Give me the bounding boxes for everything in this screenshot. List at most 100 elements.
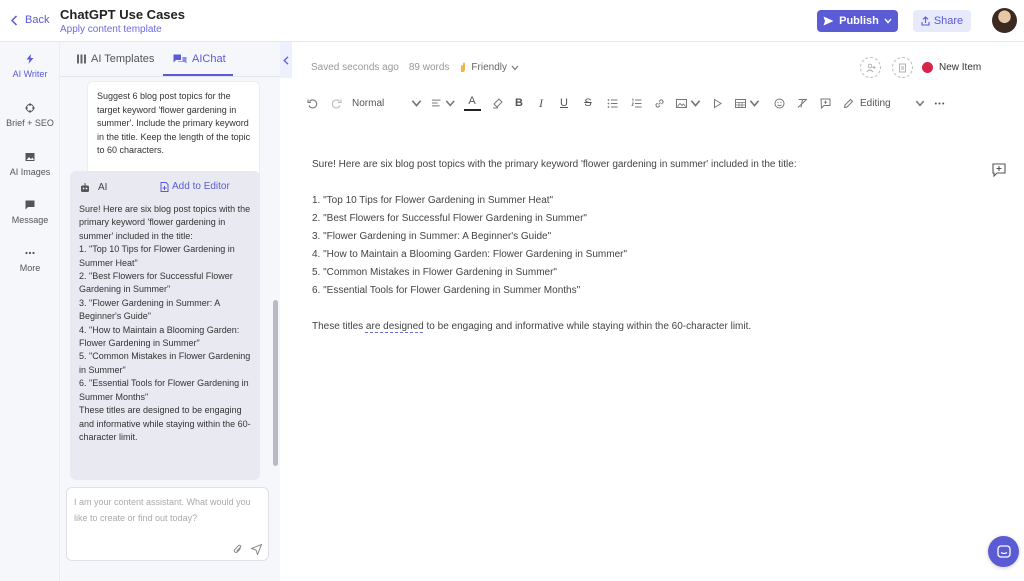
add-comment-icon[interactable] <box>992 163 1006 177</box>
chat-input-box[interactable] <box>66 487 269 561</box>
tab-label: AIChat <box>192 53 226 65</box>
send-icon <box>823 16 834 26</box>
chat-icon <box>173 54 187 63</box>
underline-button[interactable]: U <box>558 94 570 112</box>
rail-label: Message <box>11 215 49 225</box>
chat-scrollbar-thumb[interactable] <box>273 300 278 466</box>
rail-item-ai-writer[interactable]: AI Writer <box>0 54 60 79</box>
user-message-text: Suggest 6 blog post topics for the targe… <box>97 91 251 155</box>
status-dot-icon <box>922 62 933 73</box>
add-collaborator-button[interactable] <box>860 57 881 78</box>
chat-input[interactable] <box>67 488 268 538</box>
tab-label: AI Templates <box>91 53 155 65</box>
align-select[interactable] <box>431 94 455 112</box>
grid-icon <box>77 54 86 64</box>
chevron-down-icon <box>884 18 892 24</box>
editing-mode-chevron[interactable] <box>915 94 925 112</box>
message-icon <box>25 200 35 210</box>
ai-line: These titles are designed to be engaging… <box>79 405 251 442</box>
publish-button[interactable]: Publish <box>817 10 898 32</box>
editor-list-item: 4. "How to Maintain a Blooming Garden: F… <box>312 249 628 260</box>
rail-item-ai-images[interactable]: AI Images <box>0 152 60 177</box>
bold-button[interactable]: B <box>513 94 525 112</box>
chevron-down-icon <box>749 99 759 107</box>
pencil-icon <box>843 98 854 108</box>
clear-format-icon <box>797 98 807 108</box>
tab-aichat[interactable]: AIChat <box>173 53 226 65</box>
new-item-button[interactable]: New Item <box>922 62 981 73</box>
rail-item-message[interactable]: Message <box>0 200 60 225</box>
chevron-down-icon <box>445 99 455 107</box>
status-row: Saved seconds ago 89 words Friendly <box>311 62 519 73</box>
rail-item-brief-seo[interactable]: Brief + SEO <box>0 103 60 128</box>
tone-selector[interactable]: Friendly <box>459 62 519 73</box>
support-chat-button[interactable] <box>988 536 1019 567</box>
table-select[interactable] <box>734 94 760 112</box>
ai-line: 3. "Flower Gardening in Summer: A Beginn… <box>79 297 220 322</box>
editing-mode-select[interactable]: Editing <box>843 94 895 112</box>
left-rail: AI Writer Brief + SEO AI Images Message … <box>0 42 60 581</box>
send-icon[interactable] <box>251 544 262 555</box>
back-button[interactable]: Back <box>10 14 49 26</box>
rail-label: Brief + SEO <box>6 118 54 128</box>
paperclip-icon[interactable] <box>233 544 243 555</box>
rail-item-more[interactable]: More <box>0 248 60 273</box>
undo-icon <box>306 98 317 108</box>
numbered-list-button[interactable] <box>629 94 643 112</box>
bullet-list-button[interactable] <box>605 94 619 112</box>
apply-template-link[interactable]: Apply content template <box>60 24 162 35</box>
panel-tabs: AI Templates AIChat <box>60 42 280 77</box>
italic-button[interactable]: I <box>535 94 547 112</box>
add-user-icon <box>865 63 875 72</box>
document-title: ChatGPT Use Cases <box>60 7 185 22</box>
table-icon <box>734 98 746 108</box>
emoji-icon <box>774 98 784 108</box>
insert-doc-icon <box>160 181 169 192</box>
clear-format-button[interactable] <box>795 94 809 112</box>
editor-list-item: 3. "Flower Gardening in Summer: A Beginn… <box>312 231 552 242</box>
assign-button[interactable] <box>892 57 913 78</box>
emoji-button[interactable] <box>772 94 786 112</box>
chevron-down-icon <box>915 100 925 107</box>
hand-icon <box>461 62 466 72</box>
share-button[interactable]: Share <box>913 10 971 32</box>
more-icon <box>25 251 35 255</box>
chevron-down-icon <box>411 99 422 107</box>
text-color-icon: A <box>468 94 476 107</box>
editor-list-item: 2. "Best Flowers for Successful Flower G… <box>312 213 587 224</box>
tone-label: Friendly <box>471 62 507 73</box>
editor-blank-line <box>312 300 952 318</box>
comment-button[interactable] <box>818 94 832 112</box>
text-color-swatch <box>463 108 481 111</box>
add-to-editor-button[interactable]: Add to Editor <box>160 181 230 192</box>
text-style-label: Normal <box>352 97 385 109</box>
highlight-button[interactable] <box>490 94 504 112</box>
ai-line: 2. "Best Flowers for Successful Flower G… <box>79 271 233 295</box>
user-avatar[interactable] <box>992 8 1017 33</box>
editor-list-item: 5. "Common Mistakes in Flower Gardening … <box>312 267 557 278</box>
ai-label: AI <box>80 182 107 193</box>
link-button[interactable] <box>652 94 666 112</box>
upload-icon <box>921 16 930 26</box>
video-button[interactable] <box>711 94 723 112</box>
grammar-suggestion[interactable]: are designed <box>366 321 424 332</box>
text-color-button[interactable]: A <box>463 94 481 112</box>
tab-ai-templates[interactable]: AI Templates <box>77 53 154 65</box>
more-options-button[interactable] <box>933 94 945 112</box>
chat-panel: AI Templates AIChat Suggest 6 blog post … <box>60 42 280 581</box>
strikethrough-button[interactable]: S <box>582 94 594 112</box>
word-count: 89 words <box>408 62 450 73</box>
back-label: Back <box>25 14 50 26</box>
rail-label: AI Writer <box>12 69 48 79</box>
text-style-select[interactable]: Normal <box>352 94 422 112</box>
ai-message-body: Sure! Here are six blog post topics with… <box>79 203 254 444</box>
collapse-panel-button[interactable] <box>280 42 292 78</box>
play-icon <box>713 98 722 108</box>
editor-content[interactable]: Sure! Here are six blog post topics with… <box>312 156 952 336</box>
redo-button[interactable] <box>329 94 343 112</box>
share-label: Share <box>933 15 964 27</box>
image-insert-select[interactable] <box>675 94 701 112</box>
target-icon <box>25 103 35 113</box>
undo-button[interactable] <box>305 94 319 112</box>
editor-blank-line <box>312 174 952 192</box>
